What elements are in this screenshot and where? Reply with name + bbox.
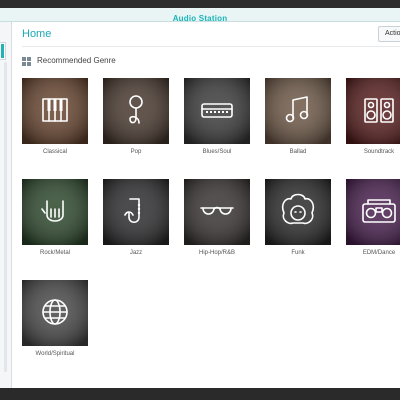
genre-tile[interactable]: Funk <box>265 179 331 261</box>
sunglasses-icon <box>200 206 234 215</box>
genre-label: Hip-Hop/R&B <box>198 250 235 256</box>
page-title: Home <box>22 28 52 40</box>
genre-thumbnail[interactable] <box>103 179 169 245</box>
sidebar-selection-indicator <box>1 44 4 58</box>
genre-thumbnail[interactable] <box>22 78 88 144</box>
rock-hand-icon <box>41 200 64 222</box>
genre-tile[interactable]: World/Spiritual <box>22 280 88 362</box>
genre-label: Blues/Soul <box>202 149 232 155</box>
genre-tile[interactable]: Jazz <box>103 179 169 261</box>
title-divider <box>22 46 400 47</box>
genre-thumbnail[interactable] <box>103 78 169 144</box>
genre-thumbnail[interactable] <box>346 179 400 245</box>
bottom-bar <box>0 388 400 400</box>
audio-station-app: Audio Station Home Action Recommended Ge… <box>0 0 400 400</box>
genre-thumbnail[interactable] <box>346 78 400 144</box>
window-titlebar[interactable]: Audio Station <box>0 8 400 23</box>
genre-label: Classical <box>42 149 67 155</box>
genre-thumbnail[interactable] <box>265 78 331 144</box>
boombox-icon <box>362 199 396 223</box>
genre-thumbnail[interactable] <box>22 280 88 346</box>
genre-thumbnail[interactable] <box>184 78 250 144</box>
main-panel: Home Action Recommended Genre Classical <box>12 22 400 388</box>
genre-label: Funk <box>291 250 305 256</box>
genre-label: Jazz <box>129 250 143 256</box>
genre-label: Ballad <box>289 149 307 155</box>
speakers-icon <box>364 98 394 123</box>
sidebar <box>0 22 12 388</box>
afro-face-icon <box>281 193 315 225</box>
microphone-icon <box>129 95 143 124</box>
globe-icon <box>42 299 68 325</box>
genre-tile[interactable]: Ballad <box>265 78 331 160</box>
action-button[interactable]: Action <box>378 26 400 42</box>
genre-tile[interactable]: EDM/Dance <box>346 179 400 261</box>
harmonica-icon <box>201 103 233 118</box>
genre-label: Pop <box>130 149 142 155</box>
genre-thumbnail[interactable] <box>22 179 88 245</box>
genre-thumbnail[interactable] <box>265 179 331 245</box>
genre-tile[interactable]: Soundtrack <box>346 78 400 160</box>
window-body: Home Action Recommended Genre Classical <box>0 22 400 388</box>
sidebar-scrollbar[interactable] <box>4 62 7 372</box>
genre-tile[interactable]: Pop <box>103 78 169 160</box>
genre-label: Soundtrack <box>363 149 395 155</box>
genre-thumbnail[interactable] <box>184 179 250 245</box>
music-note-icon <box>285 96 309 123</box>
genre-label: EDM/Dance <box>362 250 396 256</box>
genre-tile[interactable]: Blues/Soul <box>184 78 250 160</box>
saxophone-icon <box>124 198 141 224</box>
genre-label: Rock/Metal <box>39 250 70 256</box>
genre-tile[interactable]: Rock/Metal <box>22 179 88 261</box>
section-title: Recommended Genre <box>37 56 116 65</box>
grid-icon <box>22 57 31 66</box>
genre-tile[interactable]: Hip-Hop/R&B <box>184 179 250 261</box>
piano-icon <box>42 98 68 122</box>
genre-label: World/Spiritual <box>35 351 75 357</box>
top-strip <box>0 0 400 8</box>
genre-tile[interactable]: Classical <box>22 78 88 160</box>
